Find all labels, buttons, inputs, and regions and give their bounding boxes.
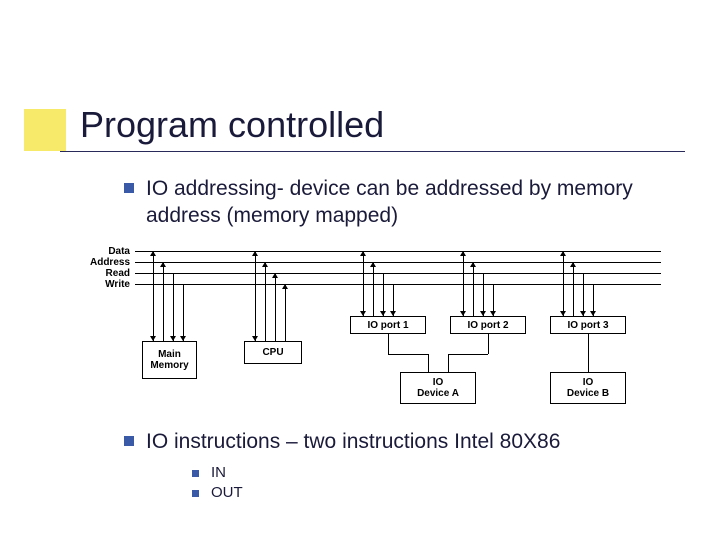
signal-labels: Data Address Read Write <box>80 246 130 290</box>
accent-square <box>24 109 66 151</box>
signal-read: Read <box>80 268 130 279</box>
subbullet-text: IN <box>211 464 226 481</box>
signal-data: Data <box>80 246 130 257</box>
block-io-device-a: IO Device A <box>400 372 476 404</box>
bullet-icon <box>124 183 134 193</box>
bullet-icon <box>192 470 199 477</box>
subbullet-text: OUT <box>211 484 243 501</box>
subbullet-out: OUT <box>192 484 243 501</box>
bus-line-address <box>135 262 661 263</box>
bullet-icon <box>124 436 134 446</box>
bullet-text: IO addressing- device can be addressed b… <box>146 175 684 230</box>
subbullet-in: IN <box>192 464 226 481</box>
block-cpu: CPU <box>244 341 302 364</box>
bullet-io-addressing: IO addressing- device can be addressed b… <box>124 175 684 230</box>
block-io-port-1: IO port 1 <box>350 316 426 334</box>
bullet-io-instructions: IO instructions – two instructions Intel… <box>124 428 704 455</box>
block-io-port-3: IO port 3 <box>550 316 626 334</box>
block-io-device-b: IO Device B <box>550 372 626 404</box>
block-main-memory: Main Memory <box>142 341 197 379</box>
bullet-icon <box>192 490 199 497</box>
signal-address: Address <box>80 257 130 268</box>
bus-diagram: Data Address Read Write <box>80 246 670 418</box>
bullet-text: IO instructions – two instructions Intel… <box>146 428 560 455</box>
title-underline <box>60 151 685 152</box>
bus-line-data <box>135 251 661 252</box>
signal-write: Write <box>80 279 130 290</box>
slide-title: Program controlled <box>80 104 384 146</box>
block-io-port-2: IO port 2 <box>450 316 526 334</box>
